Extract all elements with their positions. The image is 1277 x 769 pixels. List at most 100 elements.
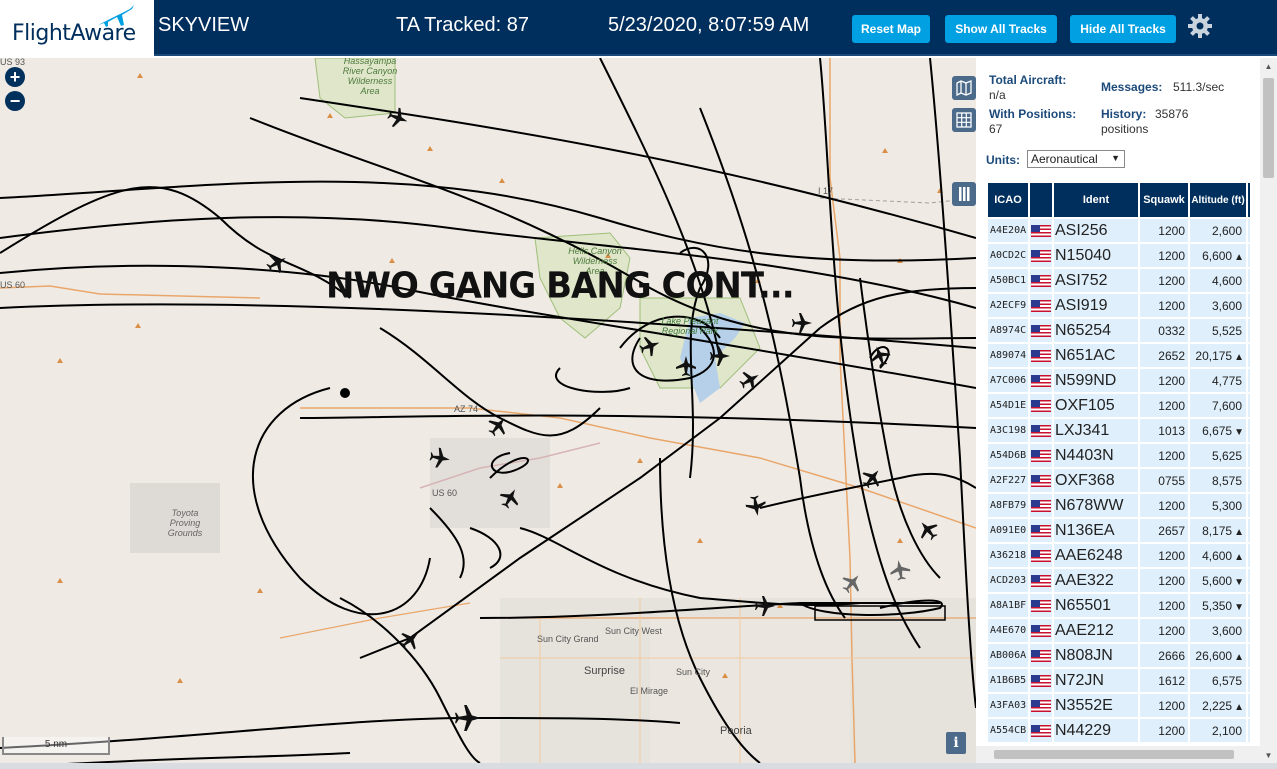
aircraft-table-wrapper[interactable]: ICAO Ident Squawk Altitude (ft) A4E20A AS… <box>986 181 1250 763</box>
cell-icao: A54D1E <box>988 394 1028 417</box>
table-row[interactable]: A0CD2C N15040 1200 6,600 ▲ <box>988 244 1250 267</box>
sidebar-vertical-scrollbar[interactable]: ▲ ▼ <box>1260 58 1277 763</box>
cell-squawk: 2657 <box>1140 519 1188 542</box>
cell-flag <box>1030 594 1052 617</box>
table-row[interactable]: A1B6B5 N72JN 1612 6,575 <box>988 669 1250 692</box>
units-label: Units: <box>986 153 1020 167</box>
reset-map-button[interactable]: Reset Map <box>852 15 930 43</box>
table-row[interactable]: A3C198 LXJ341 1013 6,675 ▼ <box>988 419 1250 442</box>
zoom-out-button[interactable]: − <box>5 91 25 111</box>
table-row[interactable]: A554CB N44229 1200 2,100 <box>988 719 1250 742</box>
cell-ident: AAE212 <box>1054 619 1138 642</box>
cell-flag <box>1030 244 1052 267</box>
cell-flag <box>1030 444 1052 467</box>
table-row[interactable]: AB006A N808JN 2666 26,600 ▲ <box>988 644 1250 667</box>
us-flag-icon <box>1031 250 1051 263</box>
us-flag-icon <box>1031 600 1051 613</box>
cell-icao: A3C198 <box>988 419 1028 442</box>
cell-squawk: 1200 <box>1140 369 1188 392</box>
gear-icon[interactable] <box>1187 13 1213 39</box>
map-view[interactable]: Hassayampa River Canyon Wilderness Area … <box>0 58 976 763</box>
altitude-trend: ▼ <box>1234 576 1244 588</box>
map-label-hassayampa: Hassayampa River Canyon Wilderness Area <box>342 58 398 96</box>
scrollbar-thumb[interactable] <box>1263 78 1274 178</box>
cell-ident: N651AC <box>1054 344 1138 367</box>
cell-altitude: 6,575 <box>1190 669 1246 692</box>
show-all-tracks-button[interactable]: Show All Tracks <box>945 15 1057 43</box>
messages-label: Messages: <box>1101 80 1163 94</box>
table-row[interactable]: A2ECF9 ASI919 1200 3,600 <box>988 294 1250 317</box>
scroll-down-arrow-icon[interactable]: ▼ <box>1260 747 1277 763</box>
cell-icao: A4E670 <box>988 619 1028 642</box>
table-row[interactable]: A54D6B N4403N 1200 5,625 <box>988 444 1250 467</box>
zoom-in-button[interactable]: + <box>5 67 25 87</box>
flightaware-logo[interactable]: FlightAware <box>0 0 154 56</box>
map-grid-button[interactable] <box>952 108 976 132</box>
cell-ident: N4403N <box>1054 444 1138 467</box>
table-row[interactable]: A3FA03 N3552E 1200 2,225 ▲ <box>988 694 1250 717</box>
cell-flag <box>1030 219 1052 242</box>
cell-squawk: 1200 <box>1140 244 1188 267</box>
cell-icao: A7C006 <box>988 369 1028 392</box>
table-row[interactable]: A4E670 AAE212 1200 3,600 <box>988 619 1250 642</box>
cell-extra <box>1248 494 1250 517</box>
cell-squawk: 1200 <box>1140 494 1188 517</box>
scroll-up-arrow-icon[interactable]: ▲ <box>1260 58 1277 74</box>
hide-all-tracks-button[interactable]: Hide All Tracks <box>1070 15 1176 43</box>
cell-squawk: 1200 <box>1140 269 1188 292</box>
table-header-row: ICAO Ident Squawk Altitude (ft) <box>988 183 1250 217</box>
table-row[interactable]: A4E20A ASI256 1200 2,600 <box>988 219 1250 242</box>
info-button[interactable]: i <box>946 732 966 754</box>
cell-altitude: 4,600 <box>1190 269 1246 292</box>
map-canvas[interactable] <box>0 58 976 763</box>
table-row[interactable]: A8974C N65254 0332 5,525 <box>988 319 1250 342</box>
column-header-altitude[interactable]: Altitude (ft) <box>1190 183 1246 217</box>
map-label-us60-west: US 60 <box>0 280 26 290</box>
cell-altitude: 20,175 ▲ <box>1190 344 1246 367</box>
table-row[interactable]: ACD203 AAE322 1200 5,600 ▼ <box>988 569 1250 592</box>
cell-extra <box>1248 394 1250 417</box>
column-header-ident[interactable]: Ident <box>1054 183 1138 217</box>
us-flag-icon <box>1031 425 1051 438</box>
column-header-flag[interactable] <box>1030 183 1052 217</box>
cell-flag <box>1030 619 1052 642</box>
cell-flag <box>1030 319 1052 342</box>
altitude-value: 4,775 <box>1211 373 1242 388</box>
table-row[interactable]: A89074 N651AC 2652 20,175 ▲ <box>988 344 1250 367</box>
cell-extra <box>1248 519 1250 542</box>
altitude-value: 26,600 <box>1195 648 1233 663</box>
column-header-icao[interactable]: ICAO <box>988 183 1028 217</box>
cell-extra <box>1248 419 1250 442</box>
table-row[interactable]: A50BC1 ASI752 1200 4,600 <box>988 269 1250 292</box>
cell-flag <box>1030 669 1052 692</box>
app-title: SKYVIEW <box>158 14 250 36</box>
cell-altitude: 4,600 ▲ <box>1190 544 1246 567</box>
horizontal-scrollbar-thumb[interactable] <box>994 750 1234 759</box>
altitude-trend: ▲ <box>1234 701 1244 713</box>
column-header-extra[interactable] <box>1248 183 1250 217</box>
us-flag-icon <box>1031 300 1051 313</box>
cell-extra <box>1248 669 1250 692</box>
cell-flag <box>1030 644 1052 667</box>
scale-label: 5 nm <box>44 739 68 750</box>
us-flag-icon <box>1031 625 1051 638</box>
table-row[interactable]: A091E0 N136EA 2657 8,175 ▲ <box>988 519 1250 542</box>
map-layers-button[interactable] <box>952 76 976 100</box>
column-header-squawk[interactable]: Squawk <box>1140 183 1188 217</box>
table-horizontal-scrollbar[interactable] <box>976 746 1260 763</box>
cell-altitude: 2,100 <box>1190 719 1246 742</box>
altitude-value: 5,600 <box>1202 573 1233 588</box>
table-row[interactable]: A54D1E OXF105 1200 7,600 <box>988 394 1250 417</box>
map-overlay-text: NWO GANG BANG CONT... <box>326 265 795 307</box>
altitude-value: 4,600 <box>1202 548 1233 563</box>
table-row[interactable]: A7C006 N599ND 1200 4,775 <box>988 369 1250 392</box>
panel-toggle-button[interactable] <box>952 182 976 206</box>
units-select[interactable]: Aeronautical ▼ <box>1027 150 1125 168</box>
table-row[interactable]: A36218 AAE6248 1200 4,600 ▲ <box>988 544 1250 567</box>
us-flag-icon <box>1031 400 1051 413</box>
altitude-value: 20,175 <box>1195 348 1233 363</box>
table-row[interactable]: A8FB79 N678WW 1200 5,300 <box>988 494 1250 517</box>
table-row[interactable]: A8A1BF N65501 1200 5,350 ▼ <box>988 594 1250 617</box>
cell-altitude: 3,600 <box>1190 294 1246 317</box>
table-row[interactable]: A2F227 OXF368 0755 8,575 <box>988 469 1250 492</box>
